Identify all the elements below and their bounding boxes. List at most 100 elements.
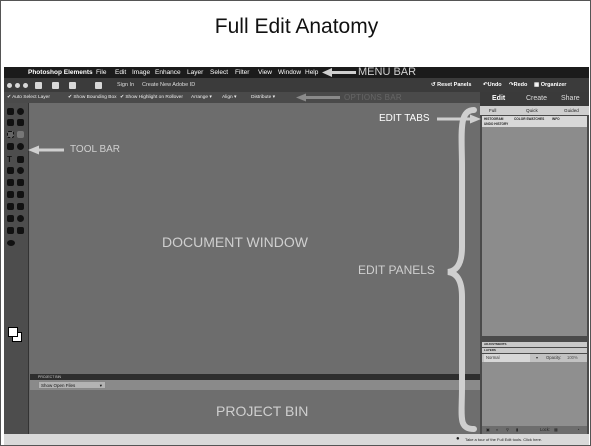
menu-bar-annotation: MENU BAR [358,67,417,78]
toolbar-dot-icon [23,83,28,88]
marquee-tool-icon[interactable] [7,131,14,138]
menu-file[interactable]: File [96,67,106,78]
app-name[interactable]: Photoshop Elements [28,67,93,78]
sponge-tool-icon[interactable] [7,227,14,234]
lock-icon[interactable]: ◔ [577,426,580,434]
foreground-color-swatch[interactable] [8,327,18,337]
tab-edit[interactable]: Edit [492,92,505,106]
slide-frame: Full Edit Anatomy Photoshop Elements Fil… [0,0,591,446]
layers-options-row: Normal ▾ Opacity: 100% [482,354,587,362]
options-bar-annotation: OPTIONS BAR [344,93,402,102]
layers-footer: ▣ ◐ ⚲ ▮ Lock: ▦ ◔ [482,426,587,434]
adjustments-header[interactable]: ADJUSTMENTS [482,342,587,347]
link-icon[interactable]: ⚲ [506,426,509,434]
crop-tool-icon[interactable] [17,156,24,163]
sign-in-link[interactable]: Sign In [117,78,134,92]
project-bin-toolbar: Show Open Files ▾ [30,380,480,390]
tool-bar-arrow-icon [28,145,64,155]
new-file-icon[interactable] [35,82,42,89]
move-tool-icon[interactable] [7,108,14,115]
spot-healing-tool-icon[interactable] [17,167,24,174]
blend-mode-select[interactable]: Normal [484,354,530,362]
organizer-button[interactable]: ▦ Organizer [534,78,566,92]
menu-layer[interactable]: Layer [187,67,203,78]
new-layer-icon[interactable]: ▣ [486,426,490,434]
adjustment-layer-icon[interactable]: ◐ [496,426,499,434]
distribute-dropdown[interactable]: Distribute ▾ [251,92,275,103]
layers-label: LAYERS [484,348,496,352]
menu-view[interactable]: View [258,67,272,78]
blend-mode-value: Normal [486,355,500,360]
open-file-icon[interactable] [52,82,59,89]
lock-pixels-icon[interactable]: ▦ [554,426,558,434]
layers-panel[interactable] [482,362,587,426]
menu-edit[interactable]: Edit [115,67,126,78]
adjustments-label: ADJUSTMENTS [484,342,507,346]
brush-tool-icon[interactable] [7,191,14,198]
tool-bar-annotation: TOOL BAR [70,144,121,155]
create-adobe-id-link[interactable]: Create New Adobe ID [142,78,195,92]
tab-quick[interactable]: Quick [526,106,538,115]
menu-window[interactable]: Window [278,67,301,78]
save-icon[interactable] [69,82,76,89]
trash-icon[interactable]: ▮ [516,426,518,434]
hand-tool-icon[interactable] [7,119,14,126]
redeye-tool-icon[interactable] [7,167,14,174]
tab-share[interactable]: Share [561,92,580,106]
tour-link[interactable]: Take a tour of the Full Edit tools. Clic… [465,434,542,445]
cookie-cutter-tool-icon[interactable] [7,240,15,246]
edit-sub-tabs: Full Quick Guided [480,106,589,115]
edit-tabs-annotation: EDIT TABS [379,113,430,124]
arrange-dropdown[interactable]: Arrange ▾ [191,92,212,103]
undo-label: Undo [487,82,502,88]
magic-wand-tool-icon[interactable] [7,143,14,150]
zoom-tool-icon[interactable] [17,108,24,115]
clone-stamp-tool-icon[interactable] [7,179,14,186]
undo-button[interactable]: ↶Undo [483,78,502,92]
menu-bar-arrow-icon [322,68,356,77]
align-dropdown[interactable]: Align ▾ [222,92,236,103]
mode-tabs: Edit Create Share [480,92,589,106]
right-panel: Edit Create Share Full Quick Guided HIST… [480,92,589,434]
menu-image[interactable]: Image [132,67,150,78]
photoshop-elements-screenshot: Photoshop Elements File Edit Image Enhan… [4,67,589,445]
redo-label: Redo [513,82,528,88]
auto-select-layer-checkbox[interactable]: ✔ Auto Select Layer [7,92,50,103]
status-bar: ● Take a tour of the Full Edit tools. Cl… [4,434,589,445]
gradient-tool-icon[interactable] [17,203,24,210]
tab-full[interactable]: Full [489,106,496,115]
type-tool-icon[interactable]: T [7,156,14,164]
chevron-down-icon: ▾ [536,355,539,360]
reset-panels-button[interactable]: ↺ Reset Panels [431,78,471,92]
toolbar-dot-icon [15,83,20,88]
options-bar: ✔ Auto Select Layer ✔ Show Bounding Box … [4,92,480,103]
options-bar-arrow-icon [296,93,340,102]
show-open-files-select[interactable]: Show Open Files ▾ [38,381,106,389]
opacity-field[interactable]: 100% [567,354,578,362]
redo-button[interactable]: ↷Redo [509,78,527,92]
lock-label: Lock: [540,427,551,432]
menu-help[interactable]: Help [305,67,318,78]
layers-header[interactable]: LAYERS [482,348,587,353]
eraser-tool-icon[interactable] [17,179,24,186]
chevron-down-icon: ▾ [99,383,102,388]
menu-select[interactable]: Select [210,67,228,78]
lasso-tool-icon[interactable] [17,131,24,138]
eyedropper-tool-icon[interactable] [17,119,24,126]
pencil-tool-icon[interactable] [17,191,24,198]
quick-selection-tool-icon[interactable] [17,143,24,150]
show-bounding-box-checkbox[interactable]: ✔ Show Bounding Box [68,92,117,103]
blur-tool-icon[interactable] [17,215,24,222]
tab-create[interactable]: Create [526,92,547,106]
shape-tool-icon[interactable] [7,215,14,222]
tab-guided[interactable]: Guided [564,106,579,115]
menu-filter[interactable]: Filter [235,67,249,78]
tour-icon[interactable]: ● [456,434,460,445]
paint-bucket-tool-icon[interactable] [7,203,14,210]
screen-mode-icon[interactable] [95,82,102,89]
smart-brush-tool-icon[interactable] [17,227,24,234]
organizer-label: Organizer [540,82,567,88]
show-highlight-checkbox[interactable]: ✔ Show Highlight on Rollover [120,92,183,103]
menu-enhance[interactable]: Enhance [155,67,181,78]
app-toolbar: Sign In Create New Adobe ID ↺ Reset Pane… [4,78,589,92]
